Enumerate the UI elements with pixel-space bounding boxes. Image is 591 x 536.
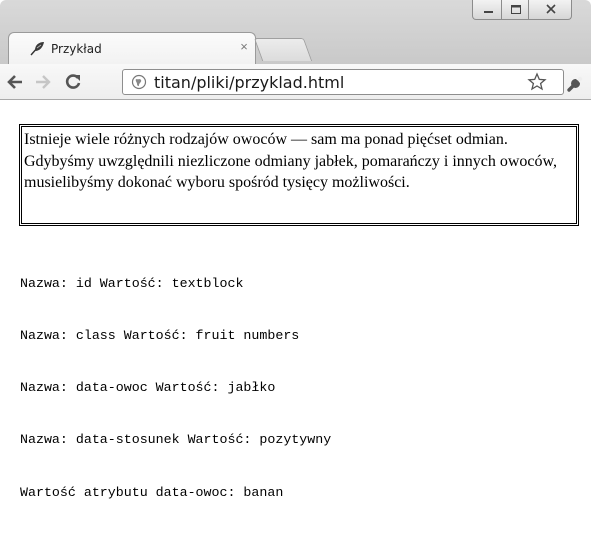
minimize-icon bbox=[484, 11, 493, 13]
browser-toolbar: titan/pliki/przyklad.html bbox=[0, 64, 591, 100]
forward-button[interactable] bbox=[32, 71, 54, 93]
tab-close-button[interactable]: × bbox=[237, 39, 251, 55]
star-icon[interactable] bbox=[527, 72, 547, 92]
tab-title: Przykład bbox=[51, 42, 102, 56]
maximize-icon bbox=[511, 5, 521, 14]
new-tab-button[interactable] bbox=[253, 38, 313, 61]
output-line: Nazwa: data-owoc Wartość: jabłko bbox=[20, 380, 276, 396]
output-line: Wartość atrybutu data-owoc: banan bbox=[20, 484, 284, 500]
fruit-textblock: Istnieje wiele różnych rodzajów owoców —… bbox=[19, 124, 579, 226]
output-line: Nazwa: class Wartość: fruit numbers bbox=[20, 328, 300, 344]
reload-button[interactable] bbox=[62, 71, 84, 93]
tab-przyklad[interactable]: Przykład × bbox=[8, 32, 256, 64]
output-line: Nazwa: id Wartość: textblock bbox=[20, 275, 244, 291]
attribute-output: Nazwa: id Wartość: textblock Nazwa: clas… bbox=[20, 240, 331, 536]
forward-arrow-icon bbox=[36, 75, 51, 89]
url-text: titan/pliki/przyklad.html bbox=[154, 73, 345, 92]
maximize-button[interactable] bbox=[501, 0, 529, 20]
minimize-button[interactable] bbox=[472, 0, 502, 20]
feather-icon bbox=[30, 42, 44, 56]
back-button[interactable] bbox=[4, 71, 26, 93]
browser-window: Przykład × titan/pliki/przyklad.html Ist… bbox=[0, 0, 591, 500]
wrench-icon[interactable] bbox=[566, 73, 586, 93]
close-icon bbox=[546, 4, 556, 14]
address-bar[interactable]: titan/pliki/przyklad.html bbox=[122, 69, 564, 95]
tab-strip: Przykład × bbox=[0, 0, 591, 64]
page-content: Istnieje wiele różnych rodzajów owoców —… bbox=[0, 100, 591, 500]
output-line: Nazwa: data-stosunek Wartość: pozytywny bbox=[20, 432, 332, 448]
back-arrow-icon bbox=[7, 75, 22, 89]
globe-icon bbox=[131, 74, 147, 90]
reload-icon bbox=[65, 74, 81, 89]
close-window-button[interactable] bbox=[528, 0, 572, 20]
